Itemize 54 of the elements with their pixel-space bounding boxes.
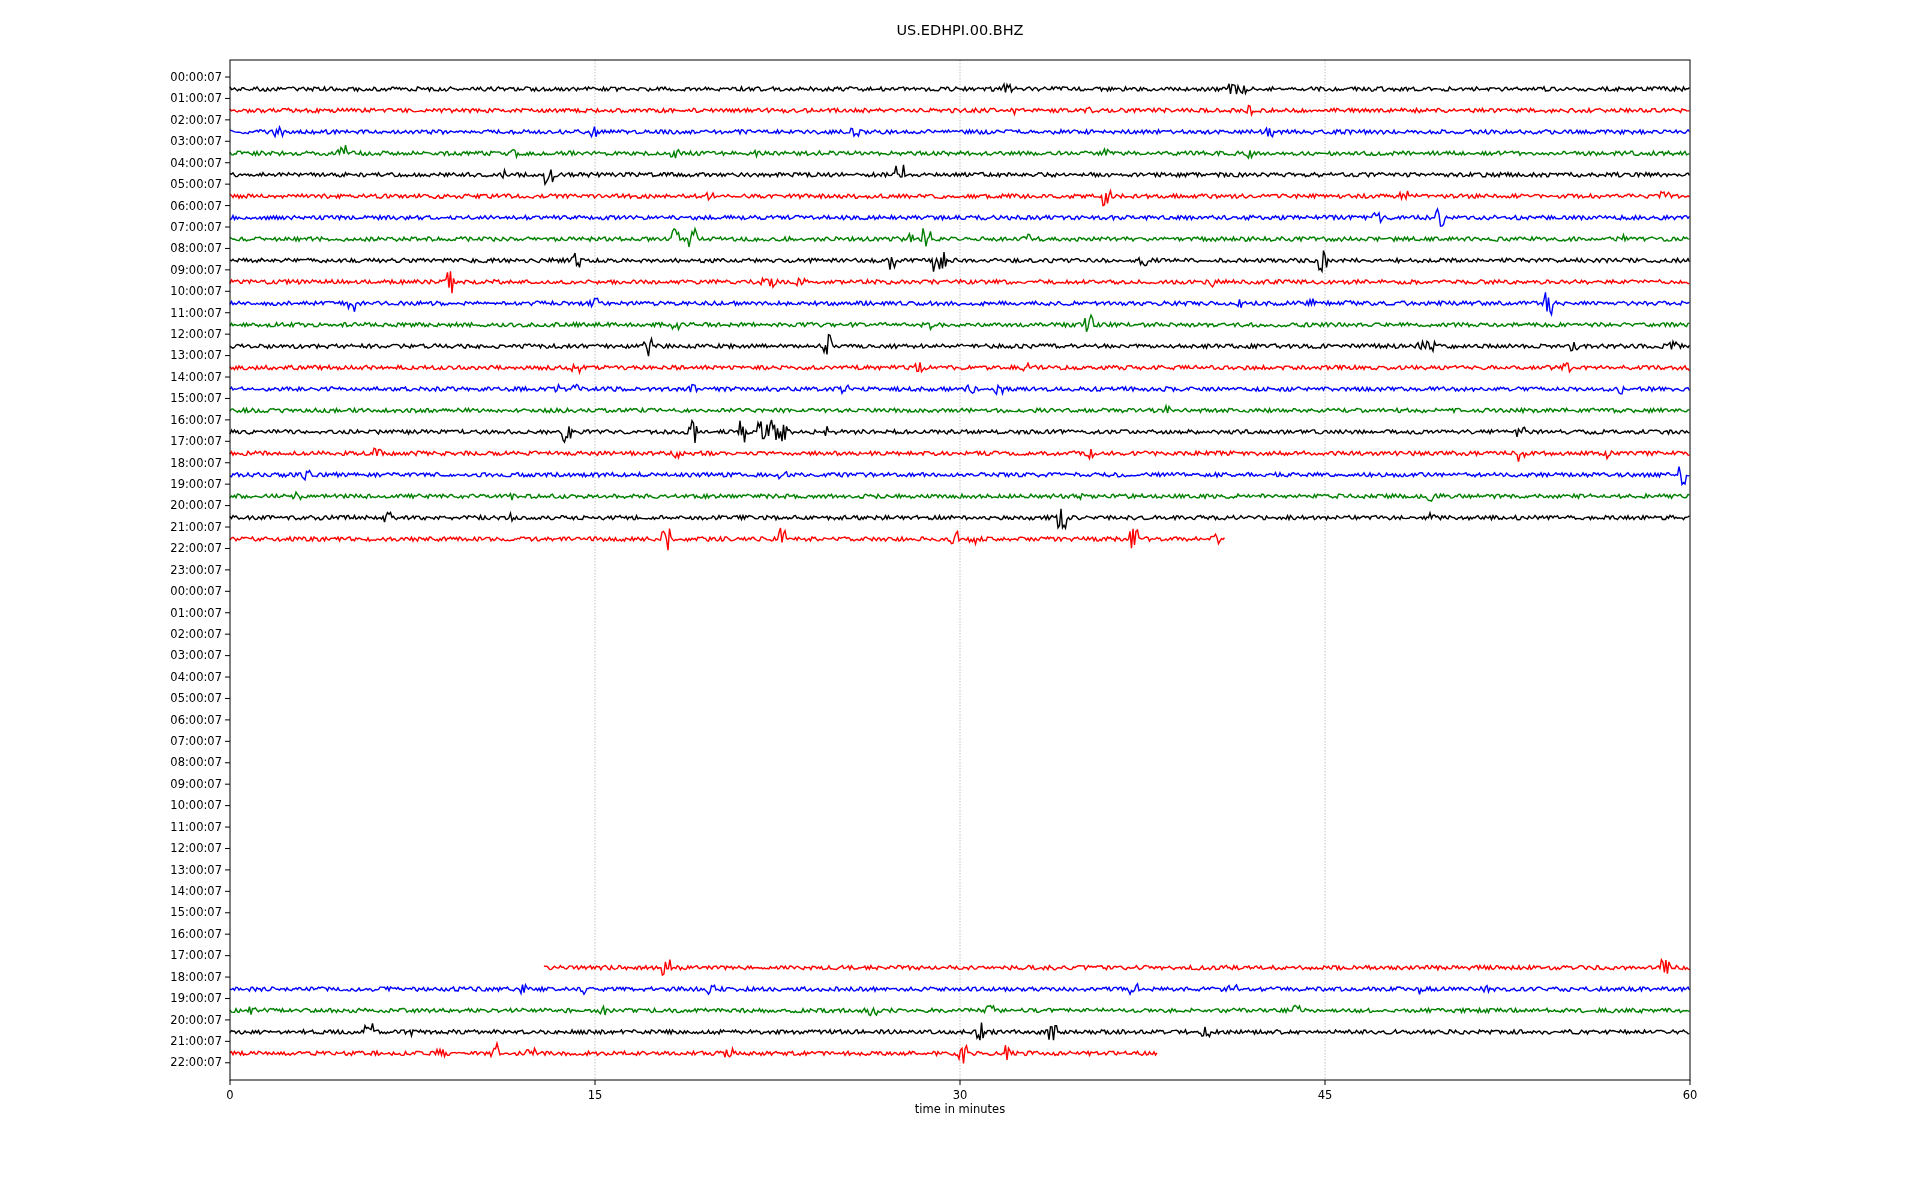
time-label: 22:00:07 [170, 1055, 222, 1070]
time-label: 04:00:07 [170, 155, 222, 170]
time-label: 21:00:07 [170, 519, 222, 534]
time-label: 17:00:07 [170, 434, 222, 449]
time-label: 15:00:07 [170, 391, 222, 406]
time-label: 19:00:07 [170, 477, 222, 491]
time-label: 21:00:07 [170, 1033, 222, 1048]
time-label: 08:00:07 [170, 755, 222, 770]
time-label: 16:00:07 [170, 412, 222, 427]
axis-tick-label: 60 [1682, 1088, 1698, 1102]
time-label: 07:00:07 [170, 219, 222, 234]
time-label: 19:00:07 [170, 991, 222, 1006]
time-label: 03:00:07 [170, 648, 222, 663]
time-label: 13:00:07 [170, 862, 222, 877]
time-label: 22:00:07 [170, 541, 222, 556]
time-label: 11:00:07 [170, 819, 222, 834]
time-label: 05:00:07 [170, 691, 222, 706]
time-label: 14:00:07 [170, 884, 222, 898]
time-label: 09:00:07 [170, 262, 222, 277]
time-label: 15:00:07 [170, 905, 222, 920]
axis-tick-label: 45 [1317, 1088, 1333, 1102]
time-label: 04:00:07 [170, 669, 222, 684]
axis-tick-label: 30 [952, 1088, 968, 1102]
time-label: 16:00:07 [170, 926, 222, 941]
time-label: 07:00:07 [170, 734, 222, 749]
time-label: 01:00:07 [170, 91, 222, 106]
time-label: 18:00:07 [170, 969, 222, 984]
time-label: 02:00:07 [170, 626, 222, 641]
chart-title: US.EDHPI.00.BHZ [896, 22, 1024, 38]
time-label: 12:00:07 [170, 327, 222, 342]
time-label: 02:00:07 [170, 112, 222, 127]
time-label: 05:00:07 [170, 177, 222, 192]
time-label: 11:00:07 [170, 305, 222, 320]
time-label: 09:00:07 [170, 776, 222, 791]
time-label: 06:00:07 [170, 712, 222, 727]
time-label: 14:00:07 [170, 369, 222, 384]
time-label: 01:00:07 [170, 605, 222, 620]
time-label: 18:00:07 [170, 455, 222, 470]
time-label: 10:00:07 [170, 284, 222, 299]
time-label: 06:00:07 [170, 198, 222, 213]
axis-label: time in minutes [914, 1102, 1006, 1116]
time-label: 12:00:07 [170, 841, 222, 856]
axis-tick-label: 15 [587, 1088, 603, 1102]
axis-tick-label: 0 [226, 1088, 234, 1102]
time-label: 00:00:07 [170, 70, 222, 84]
time-label: 13:00:07 [170, 348, 222, 363]
time-label: 10:00:07 [170, 798, 222, 813]
time-label: 17:00:07 [170, 948, 222, 963]
time-label: 03:00:07 [170, 134, 222, 149]
time-label: 20:00:07 [170, 498, 222, 513]
time-label: 20:00:07 [170, 1012, 222, 1027]
time-label: 08:00:07 [170, 241, 222, 256]
time-label: 23:00:07 [170, 562, 222, 577]
time-label: 00:00:07 [170, 584, 222, 599]
